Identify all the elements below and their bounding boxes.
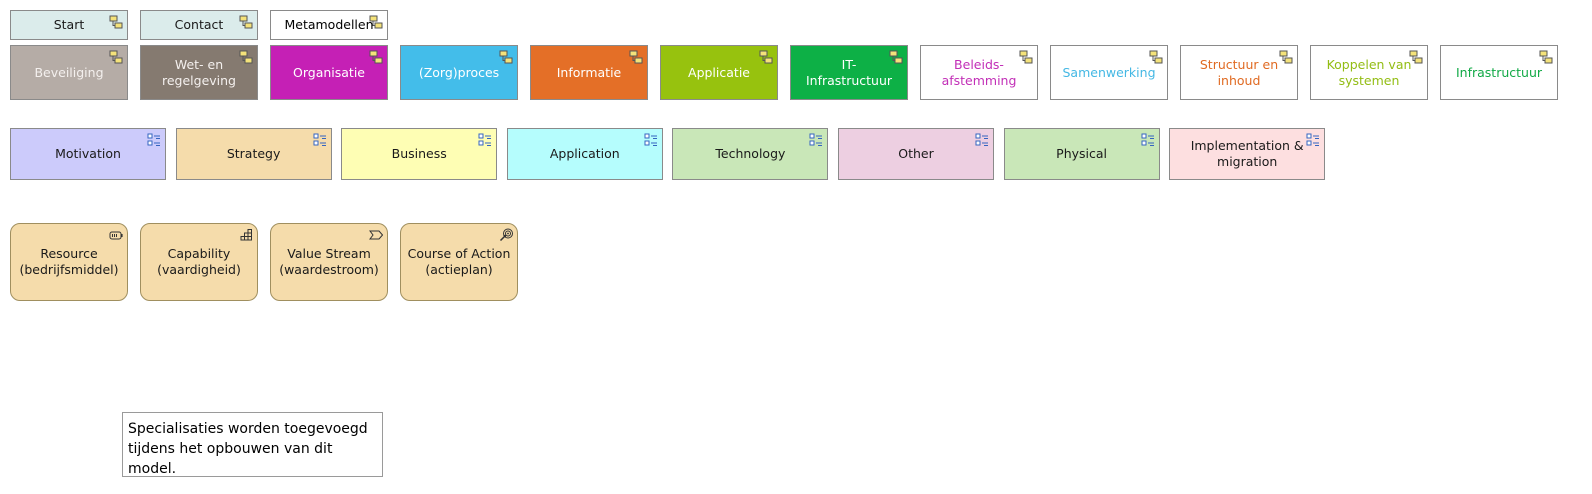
grouping-icon: [644, 133, 657, 146]
layer-group-business-label: Business: [391, 146, 447, 161]
domain-model-beveiliging-label: Beveiliging: [34, 64, 104, 80]
layer-group-strategy-label: Strategy: [226, 146, 281, 161]
domain-model-samenwerking[interactable]: Samenwerking: [1050, 45, 1168, 100]
grouping-icon: [313, 133, 326, 146]
domain-model-structuur-en-inhoud[interactable]: Structuur en inhoud: [1180, 45, 1298, 100]
model-ref-icon: [1149, 50, 1163, 64]
model-ref-icon: [109, 50, 123, 64]
domain-model-applicatie[interactable]: Applicatie: [660, 45, 778, 100]
note[interactable]: Specialisaties worden toegevoegd tijdens…: [122, 412, 383, 477]
nav-start-label: Start: [53, 17, 85, 32]
domain-model-it-infrastructuur[interactable]: IT-Infrastructuur: [790, 45, 908, 100]
nav-metamodellen-label: Metamodellen: [284, 17, 374, 32]
strategy-element-resource-bedrijfsmiddel-label: Resource (bedrijfsmiddel): [19, 246, 119, 277]
layer-group-business[interactable]: Business: [341, 128, 498, 180]
layer-group-technology[interactable]: Technology: [672, 128, 829, 180]
domain-model-organisatie-label: Organisatie: [293, 64, 365, 80]
nav-contact-label: Contact: [174, 17, 224, 32]
strategy-element-capability-vaardigheid[interactable]: Capability (vaardigheid): [140, 223, 258, 301]
grouping-icon: [975, 133, 988, 146]
grouping-icon: [147, 133, 160, 146]
nav-start[interactable]: Start: [10, 10, 128, 40]
layer-group-physical[interactable]: Physical: [1003, 128, 1160, 180]
domain-model-beveiliging[interactable]: Beveiliging: [10, 45, 128, 100]
model-ref-icon: [1279, 50, 1293, 64]
domain-model-informatie[interactable]: Informatie: [530, 45, 648, 100]
layer-group-implementation-migration-label: Implementation & migration: [1190, 138, 1304, 169]
model-ref-icon: [1409, 50, 1423, 64]
grouping-icon: [1141, 133, 1154, 146]
nav-metamodellen[interactable]: Metamodellen: [270, 10, 388, 40]
layer-group-application-label: Application: [549, 146, 620, 161]
domain-model-wet-en-regelgeving-label: Wet- en regelgeving: [161, 56, 236, 88]
domain-model-it-infrastructuur-label: IT-Infrastructuur: [805, 56, 893, 88]
grouping-icon: [1306, 133, 1320, 146]
model-ref-icon: [239, 15, 253, 29]
model-ref-icon: [239, 50, 253, 64]
layer-group-motivation[interactable]: Motivation: [10, 128, 166, 180]
model-ref-icon: [369, 15, 383, 29]
grouping-icon: [809, 133, 823, 146]
model-ref-icon: [1019, 50, 1033, 64]
layer-group-implementation-migration[interactable]: Implementation & migration: [1169, 128, 1326, 180]
model-ref-icon: [1539, 50, 1553, 64]
domain-model-zorg-proces[interactable]: (Zorg)proces: [400, 45, 518, 100]
value-stream-icon: [369, 230, 383, 240]
nav-contact[interactable]: Contact: [140, 10, 258, 40]
strategy-element-course-of-action-actieplan-label: Course of Action (actieplan): [407, 246, 511, 277]
model-ref-icon: [499, 50, 513, 64]
model-ref-icon: [759, 50, 773, 64]
layer-group-technology-label: Technology: [715, 146, 786, 161]
domain-model-wet-en-regelgeving[interactable]: Wet- en regelgeving: [140, 45, 258, 100]
layer-group-motivation-label: Motivation: [55, 146, 121, 161]
layer-group-physical-label: Physical: [1056, 146, 1108, 161]
domain-model-samenwerking-label: Samenwerking: [1062, 64, 1156, 80]
model-ref-icon: [889, 50, 903, 64]
grouping-icon: [478, 133, 492, 146]
diagram-canvas: { "nav_row": [ {"label":"Start","fill":"…: [0, 0, 1592, 494]
layer-group-strategy[interactable]: Strategy: [175, 128, 332, 180]
domain-model-zorg-proces-label: (Zorg)proces: [418, 64, 500, 80]
domain-model-beleids-afstemming[interactable]: Beleids- afstemming: [920, 45, 1038, 100]
layer-group-other[interactable]: Other: [838, 128, 994, 180]
resource-icon: [109, 231, 123, 240]
domain-model-informatie-label: Informatie: [556, 64, 622, 80]
domain-model-koppelen-van-systemen-label: Koppelen van systemen: [1326, 56, 1412, 88]
model-ref-icon: [629, 50, 643, 64]
model-ref-icon: [109, 15, 123, 29]
strategy-element-course-of-action-actieplan[interactable]: Course of Action (actieplan): [400, 223, 518, 301]
layer-group-application[interactable]: Application: [506, 128, 663, 180]
strategy-element-capability-vaardigheid-label: Capability (vaardigheid): [157, 246, 241, 277]
strategy-element-value-stream-waardestroom-label: Value Stream (waardestroom): [279, 246, 379, 277]
domain-model-applicatie-label: Applicatie: [688, 64, 750, 80]
domain-model-structuur-en-inhoud-label: Structuur en inhoud: [1199, 56, 1279, 88]
capability-icon: [240, 229, 252, 241]
model-ref-icon: [369, 50, 383, 64]
course-of-action-icon: [499, 228, 513, 242]
domain-model-organisatie[interactable]: Organisatie: [270, 45, 388, 100]
strategy-element-value-stream-waardestroom[interactable]: Value Stream (waardestroom): [270, 223, 388, 301]
domain-model-koppelen-van-systemen[interactable]: Koppelen van systemen: [1310, 45, 1428, 100]
domain-model-infrastructuur[interactable]: Infrastructuur: [1440, 45, 1558, 100]
domain-model-infrastructuur-label: Infrastructuur: [1455, 64, 1543, 80]
domain-model-beleids-afstemming-label: Beleids- afstemming: [941, 56, 1017, 88]
strategy-element-resource-bedrijfsmiddel[interactable]: Resource (bedrijfsmiddel): [10, 223, 128, 301]
layer-group-other-label: Other: [898, 146, 934, 161]
